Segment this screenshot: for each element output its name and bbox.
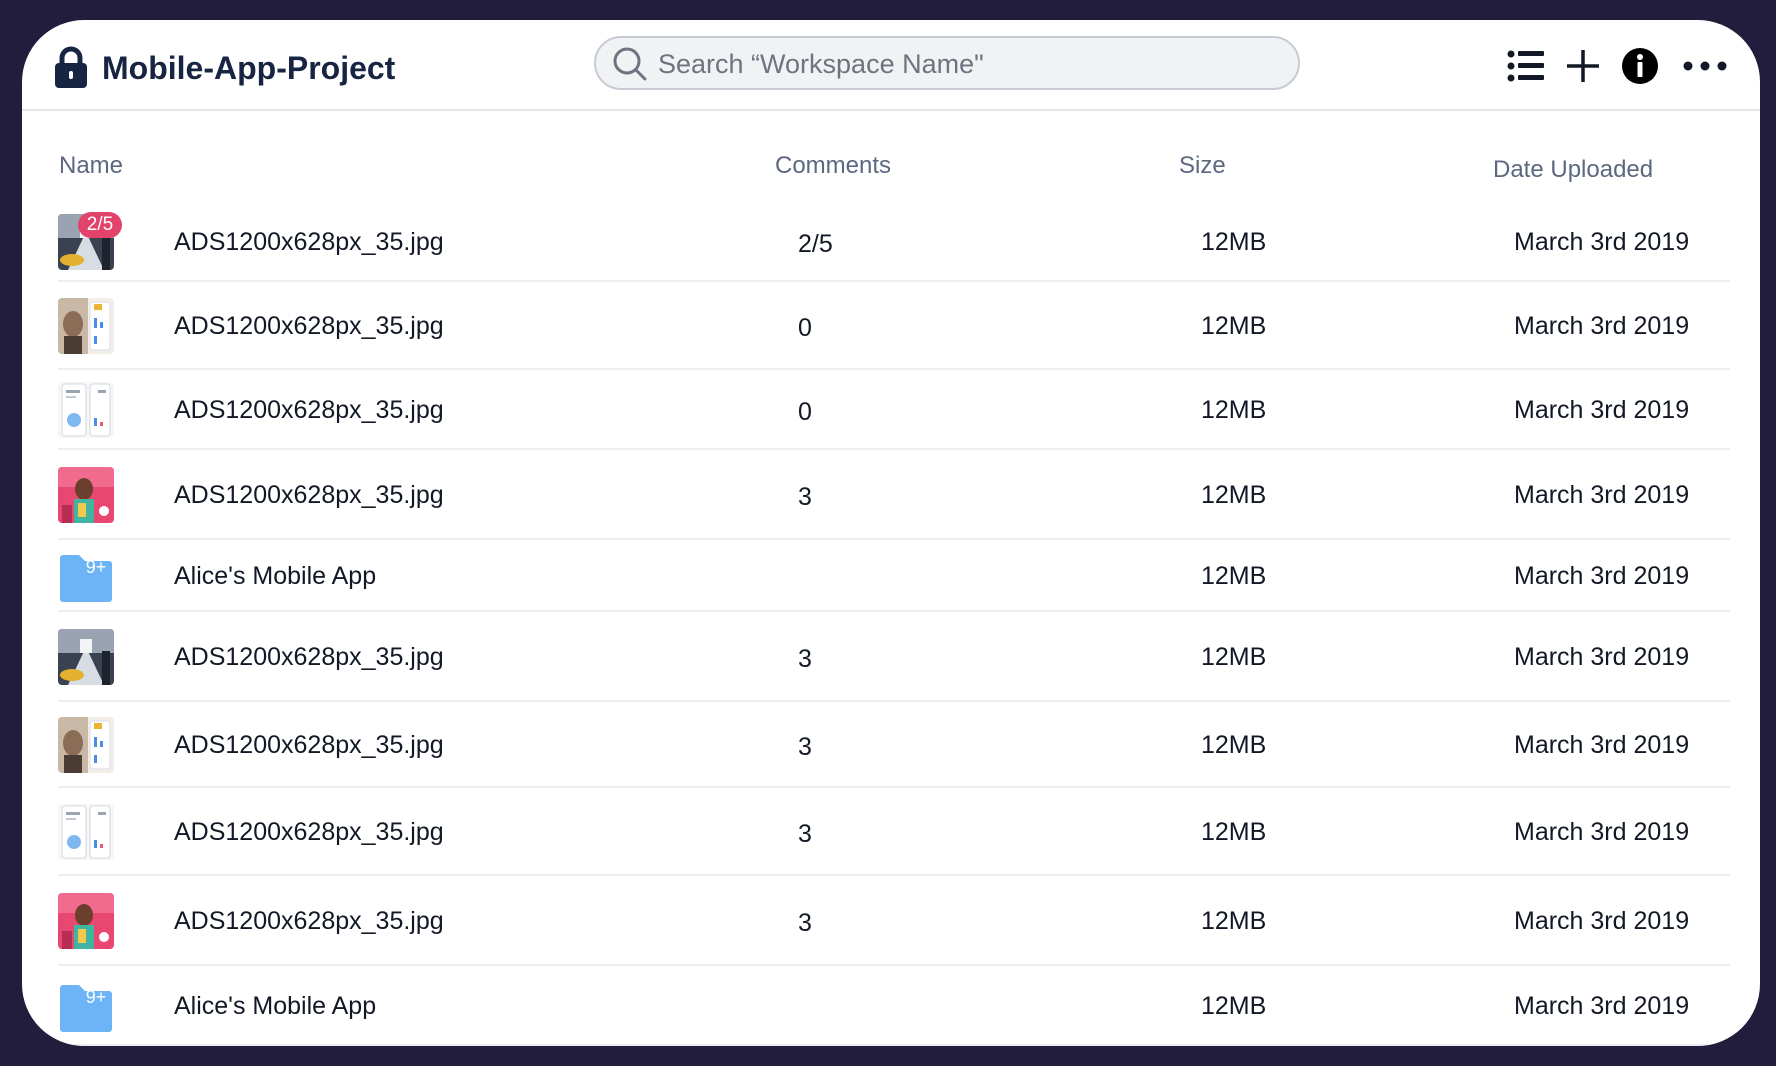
file-name[interactable]: ADS1200x628px_35.jpg xyxy=(174,480,444,510)
table-row[interactable]: ADS1200x628px_35.jpg 3 12MB March 3rd 2019 xyxy=(58,876,1730,966)
column-header-size[interactable]: Size xyxy=(1179,152,1226,180)
file-thumbnail xyxy=(58,382,114,438)
file-size: 12MB xyxy=(1201,312,1267,340)
file-size: 12MB xyxy=(1201,481,1267,509)
file-name[interactable]: ADS1200x628px_35.jpg xyxy=(174,730,444,760)
search-icon xyxy=(613,47,647,81)
upload-date: March 3rd 2019 xyxy=(1514,562,1690,590)
file-size: 12MB xyxy=(1201,992,1267,1020)
file-thumbnail xyxy=(58,629,114,685)
comment-count: 2/5 xyxy=(798,230,833,258)
file-name[interactable]: Alice's Mobile App xyxy=(174,991,376,1021)
comment-count: 3 xyxy=(798,733,812,761)
file-name[interactable]: ADS1200x628px_35.jpg xyxy=(174,311,444,341)
file-size: 12MB xyxy=(1201,562,1267,590)
file-thumbnail xyxy=(58,467,114,523)
file-name[interactable]: ADS1200x628px_35.jpg xyxy=(174,227,444,257)
folder-row[interactable]: 9+ Alice's Mobile App 12MB March 3rd 2019 xyxy=(58,540,1730,612)
upload-date: March 3rd 2019 xyxy=(1514,818,1690,846)
folder-icon: 9+ xyxy=(58,548,114,604)
table-row[interactable]: ADS1200x628px_35.jpg 3 12MB March 3rd 2019 xyxy=(58,612,1730,702)
file-size: 12MB xyxy=(1201,818,1267,846)
app-window: Mobile-App-Project Search “Workspace Nam… xyxy=(22,20,1760,1046)
comment-count: 3 xyxy=(798,483,812,511)
folder-icon: 9+ xyxy=(58,978,114,1034)
info-icon[interactable] xyxy=(1620,46,1660,86)
column-header-comments[interactable]: Comments xyxy=(775,152,891,180)
folder-row[interactable]: 9+ Alice's Mobile App 12MB March 3rd 2019 xyxy=(58,966,1730,1046)
search-bar[interactable] xyxy=(594,36,1300,90)
file-thumbnail xyxy=(58,298,114,354)
comment-count: 3 xyxy=(798,645,812,673)
plus-icon[interactable] xyxy=(1563,46,1603,86)
upload-date: March 3rd 2019 xyxy=(1514,481,1690,509)
comment-count: 0 xyxy=(798,398,812,426)
file-name[interactable]: ADS1200x628px_35.jpg xyxy=(174,817,444,847)
file-size: 12MB xyxy=(1201,907,1267,935)
table-row[interactable]: ADS1200x628px_35.jpg 3 12MB March 3rd 2019 xyxy=(58,702,1730,788)
file-size: 12MB xyxy=(1201,731,1267,759)
file-name[interactable]: ADS1200x628px_35.jpg xyxy=(174,642,444,672)
search-input[interactable] xyxy=(658,46,1278,82)
list-icon[interactable] xyxy=(1506,46,1546,86)
table-row[interactable]: ADS1200x628px_35.jpg 0 12MB March 3rd 2019 xyxy=(58,282,1730,370)
table-row[interactable]: 2/5 ADS1200x628px_35.jpg 2/5 12MB March 3rd … xyxy=(58,202,1730,282)
upload-date: March 3rd 2019 xyxy=(1514,731,1690,759)
comment-badge: 2/5 xyxy=(78,212,122,238)
file-size: 12MB xyxy=(1201,228,1267,256)
more-icon[interactable] xyxy=(1682,46,1728,86)
folder-count: 9+ xyxy=(86,987,107,1007)
table-header: Name Comments Size Date Uploaded xyxy=(22,130,1760,183)
upload-date: March 3rd 2019 xyxy=(1514,228,1690,256)
file-thumbnail xyxy=(58,893,114,949)
comment-count: 3 xyxy=(798,820,812,848)
page-title: Mobile-App-Project xyxy=(102,50,396,86)
folder-count: 9+ xyxy=(86,557,107,577)
file-thumbnail xyxy=(58,804,114,860)
top-bar: Mobile-App-Project xyxy=(22,20,1760,111)
upload-date: March 3rd 2019 xyxy=(1514,907,1690,935)
file-size: 12MB xyxy=(1201,643,1267,671)
table-row[interactable]: ADS1200x628px_35.jpg 0 12MB March 3rd 2019 xyxy=(58,370,1730,450)
upload-date: March 3rd 2019 xyxy=(1514,396,1690,424)
column-header-date[interactable]: Date Uploaded xyxy=(1493,156,1653,184)
file-thumbnail xyxy=(58,717,114,773)
lock-icon xyxy=(55,46,87,88)
table-row[interactable]: ADS1200x628px_35.jpg 3 12MB March 3rd 2019 xyxy=(58,450,1730,540)
file-name[interactable]: Alice's Mobile App xyxy=(174,561,376,591)
file-size: 12MB xyxy=(1201,396,1267,424)
comment-count: 0 xyxy=(798,314,812,342)
table-row[interactable]: ADS1200x628px_35.jpg 3 12MB March 3rd 2019 xyxy=(58,788,1730,876)
row-divider xyxy=(58,1044,1730,1046)
file-name[interactable]: ADS1200x628px_35.jpg xyxy=(174,906,444,936)
comment-count: 3 xyxy=(798,909,812,937)
column-header-name[interactable]: Name xyxy=(59,152,123,180)
upload-date: March 3rd 2019 xyxy=(1514,643,1690,671)
upload-date: March 3rd 2019 xyxy=(1514,992,1690,1020)
file-name[interactable]: ADS1200x628px_35.jpg xyxy=(174,395,444,425)
upload-date: March 3rd 2019 xyxy=(1514,312,1690,340)
